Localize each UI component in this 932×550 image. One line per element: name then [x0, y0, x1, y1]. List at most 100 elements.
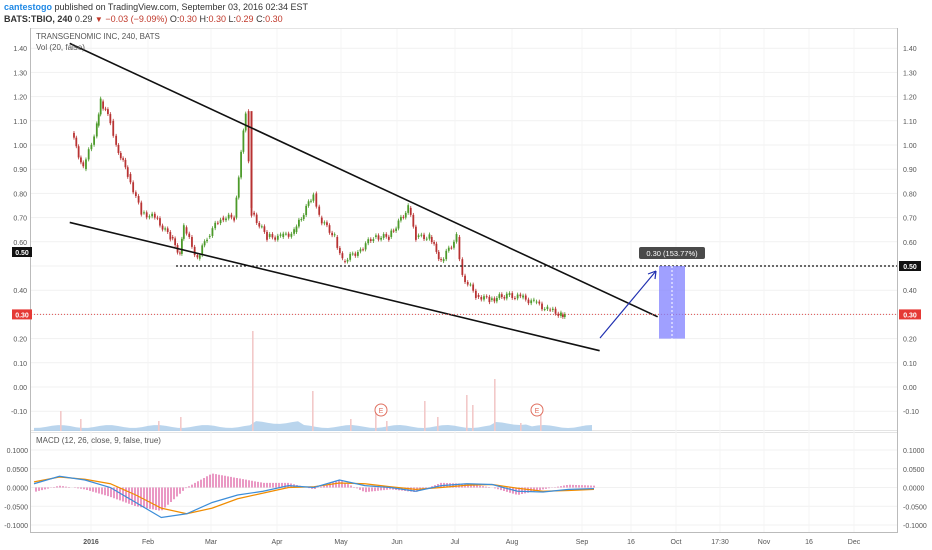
candle-body [233, 217, 236, 221]
candle-body [193, 246, 196, 256]
candle-body [453, 241, 455, 248]
candle-body [276, 235, 279, 240]
candle-body [85, 159, 87, 170]
candle-body [122, 158, 125, 160]
candle-body [137, 196, 140, 203]
right-badge-high: 0.50 [903, 264, 917, 271]
candle-body [255, 214, 258, 223]
candle-body [364, 243, 367, 250]
candle-body [75, 137, 78, 147]
time-axis[interactable]: 2016 Feb Mar Apr May Jun Jul Aug Sep 16 Oct 17:30 No… [83, 539, 861, 546]
macd-tick-label: 0.1000 [903, 448, 925, 455]
price-tick-label: 1.20 [903, 95, 917, 102]
price-tick-label: 0.70 [13, 216, 27, 223]
candle-body [450, 247, 453, 249]
candle-body [109, 114, 112, 124]
left-badge-low: 0.30 [15, 312, 29, 319]
price-tick-label: 1.00 [903, 143, 917, 150]
candle-body [285, 233, 287, 235]
macd-tick-label: 0.0500 [903, 467, 925, 474]
candle-body [551, 308, 554, 311]
volume-bar [494, 379, 496, 431]
candle-body [247, 111, 250, 162]
candle-body [179, 252, 181, 254]
candle-body [522, 295, 524, 298]
price-tick-label: 1.00 [13, 143, 27, 150]
candle-body [307, 201, 310, 206]
volume-bar [158, 421, 160, 431]
candle-body [258, 222, 261, 227]
price-pane-frame [30, 28, 898, 431]
price-tick-label: 0.90 [903, 167, 917, 174]
grid [31, 29, 897, 532]
candle-body [159, 218, 161, 226]
candle-body [188, 233, 191, 237]
volume-bar [424, 401, 426, 431]
candle-body [320, 217, 323, 224]
price-tick-label: 1.10 [13, 119, 27, 126]
candle-body [312, 194, 315, 201]
candle-body [372, 239, 375, 242]
candle-body [298, 219, 300, 227]
candle-body [362, 249, 364, 251]
volume-bar [472, 405, 474, 431]
chart-canvas[interactable]: 1.40 1.30 1.20 1.10 1.00 0.90 0.80 0.70 0.60 0.40… [0, 0, 932, 550]
volume-bar [252, 331, 254, 431]
price-tick-label: 0.20 [13, 337, 27, 344]
candle-body [338, 247, 341, 254]
time-tick-label: Mar [205, 539, 218, 546]
candle-body [115, 135, 118, 145]
candle-body [77, 146, 80, 158]
candle-body [244, 113, 247, 131]
price-tick-label: 0.20 [903, 337, 917, 344]
candle-body [354, 253, 357, 256]
candle-body [237, 177, 240, 198]
macd-tick-label: 0.0000 [7, 486, 29, 493]
price-tick-label: 0.80 [903, 191, 917, 198]
candle-body [524, 295, 527, 300]
candle-body [323, 222, 326, 224]
candle-body [87, 149, 90, 160]
candle-body [206, 239, 208, 242]
candle-body [95, 123, 98, 137]
candle-body [124, 159, 127, 168]
volume-bar [60, 411, 62, 431]
candle-body [182, 225, 185, 239]
candle-body [508, 293, 511, 296]
candle-body [505, 293, 508, 299]
volume-bar [350, 419, 352, 431]
volume-series: EE [34, 331, 592, 431]
projection-label: 0.30 (153.77%) [646, 249, 698, 258]
candle-body [490, 298, 493, 300]
candle-body [447, 247, 450, 251]
price-pane-title: TRANSGENOMIC INC, 240, BATS [36, 32, 160, 41]
candle-body [174, 238, 177, 246]
candle-body [222, 217, 225, 221]
volume-label: Vol (20, false) [36, 43, 85, 52]
candle-body [129, 174, 132, 183]
candle-body [356, 251, 359, 256]
volume-bar [437, 417, 439, 431]
time-tick-label: 17:30 [711, 539, 729, 546]
macd-tick-label: -0.1000 [903, 523, 927, 530]
price-tick-label: 1.40 [13, 46, 27, 53]
candle-body [503, 297, 506, 299]
candle-body [464, 275, 466, 283]
candle-body [474, 290, 477, 298]
candle-body [198, 255, 201, 259]
candle-body [140, 202, 143, 215]
candle-body [404, 212, 407, 218]
candle-body [235, 197, 238, 218]
candle-body [153, 213, 156, 218]
left-badge-high: 0.50 [15, 250, 29, 257]
candle-body [415, 226, 417, 240]
candle-body [148, 216, 151, 218]
candle-body [93, 136, 95, 145]
candle-body [80, 157, 82, 163]
time-tick-label: Jun [391, 539, 402, 546]
macd-title: MACD (12, 26, close, 9, false, true) [36, 436, 161, 445]
candle-body [119, 152, 122, 159]
time-tick-label: 16 [627, 539, 635, 546]
price-tick-label: 0.10 [13, 361, 27, 368]
candle-body [203, 241, 206, 246]
